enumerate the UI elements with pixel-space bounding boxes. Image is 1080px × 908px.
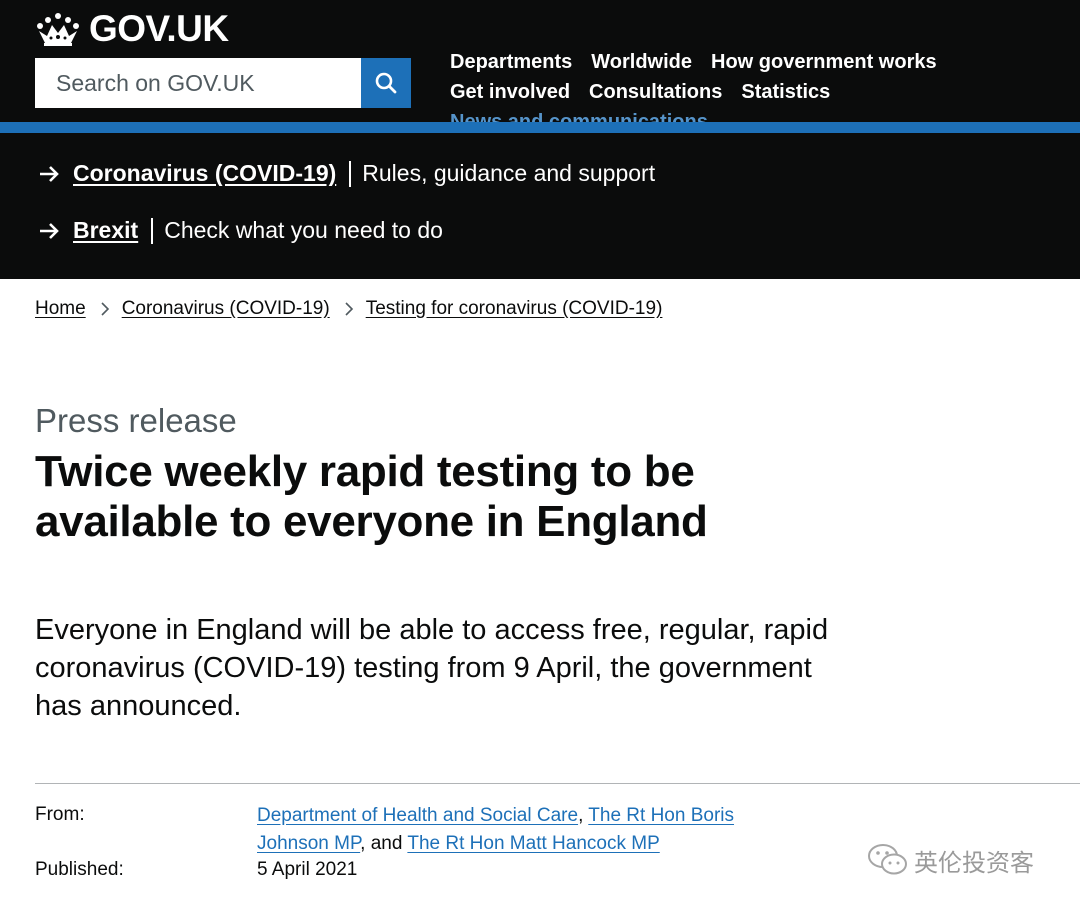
from-separator: , and — [360, 833, 408, 854]
site-header: GOV.UK Departments Worldwide How governm… — [0, 0, 1080, 133]
from-link-dhsc[interactable]: Department of Health and Social Care — [257, 805, 578, 826]
meta-from-value: Department of Health and Social Care, Th… — [257, 802, 757, 858]
banner-link-coronavirus[interactable]: Coronavirus (COVID-19) — [73, 160, 336, 187]
breadcrumb-coronavirus[interactable]: Coronavirus (COVID-19) — [122, 298, 330, 320]
nav-statistics[interactable]: Statistics — [741, 80, 830, 104]
from-separator: , — [578, 805, 589, 826]
search-input[interactable] — [35, 58, 361, 108]
search-button[interactable] — [361, 58, 411, 108]
chevron-right-icon — [101, 302, 109, 316]
crown-icon — [37, 13, 79, 46]
banner-link-brexit[interactable]: Brexit — [73, 217, 138, 244]
nav-consultations[interactable]: Consultations — [589, 80, 722, 104]
meta-published-value: 5 April 2021 — [257, 859, 358, 880]
banner-item-coronavirus: Coronavirus (COVID-19) Rules, guidance a… — [38, 160, 655, 187]
search-form — [35, 58, 411, 108]
breadcrumb-testing[interactable]: Testing for coronavirus (COVID-19) — [366, 298, 663, 320]
nav-how-government-works[interactable]: How government works — [711, 50, 937, 74]
banner-item-brexit: Brexit Check what you need to do — [38, 217, 443, 244]
nav-get-involved[interactable]: Get involved — [450, 80, 570, 104]
global-banner: Coronavirus (COVID-19) Rules, guidance a… — [0, 133, 1080, 279]
meta-published-label: Published: — [35, 859, 124, 880]
from-link-matt-hancock[interactable]: The Rt Hon Matt Hancock MP — [407, 833, 659, 854]
nav-departments[interactable]: Departments — [450, 50, 572, 74]
banner-text-coronavirus: Rules, guidance and support — [362, 160, 656, 186]
page-title: Twice weekly rapid testing to be availab… — [35, 447, 708, 546]
search-icon — [375, 72, 397, 94]
govuk-logo-link[interactable]: GOV.UK — [35, 8, 229, 50]
watermark: 英伦投资客 — [866, 842, 1034, 878]
metadata-divider — [35, 783, 1080, 784]
breadcrumb: Home Coronavirus (COVID-19) Testing for … — [35, 298, 662, 320]
watermark-text: 英伦投资客 — [914, 849, 1034, 877]
banner-separator — [349, 160, 352, 187]
wechat-icon — [868, 844, 907, 875]
header-accent-bar — [0, 122, 1080, 133]
meta-from-label: From: — [35, 804, 85, 825]
nav-worldwide[interactable]: Worldwide — [591, 50, 692, 74]
page-caption: Press release — [35, 402, 237, 439]
logo-text: GOV.UK — [89, 8, 229, 49]
arrow-right-icon — [40, 165, 59, 182]
banner-separator — [151, 217, 154, 244]
chevron-right-icon — [345, 302, 353, 316]
arrow-right-icon — [40, 222, 59, 239]
lead-paragraph: Everyone in England will be able to acce… — [35, 614, 829, 722]
breadcrumb-home[interactable]: Home — [35, 298, 86, 320]
banner-text-brexit: Check what you need to do — [164, 217, 443, 243]
